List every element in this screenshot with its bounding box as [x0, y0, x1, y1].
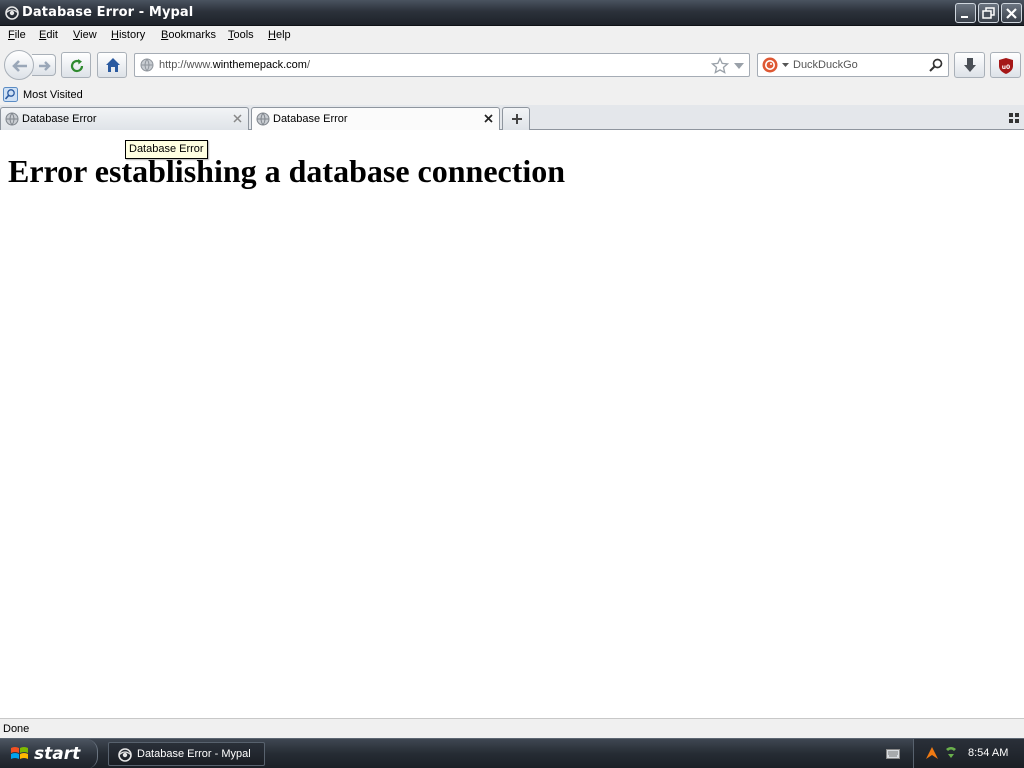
- tab-tooltip: Database Error: [125, 140, 208, 159]
- url-domain: winthemepack.com: [212, 59, 307, 71]
- menu-bar: File Edit View History Bookmarks Tools H…: [0, 26, 1024, 47]
- download-arrow-icon: [964, 58, 976, 72]
- taskbar-item-mypal[interactable]: Database Error - Mypal: [108, 742, 265, 766]
- url-suffix: /: [306, 59, 311, 71]
- menu-bookmarks-rest: ookmarks: [168, 29, 217, 41]
- new-tab-button[interactable]: [502, 107, 530, 130]
- menu-file-rest: ile: [14, 29, 26, 41]
- mypal-app-icon: [5, 6, 19, 20]
- bookmark-label: Most Visited: [23, 89, 83, 101]
- menu-help-key: H: [268, 29, 276, 41]
- tab-database-error-1[interactable]: Database Error: [0, 107, 249, 130]
- navigation-toolbar: http://www.winthemepack.com/ DuckDuckGo: [0, 47, 1024, 84]
- tab-close-icon[interactable]: [232, 113, 243, 124]
- svg-text:u0: u0: [1002, 64, 1010, 71]
- ublock-button[interactable]: u0: [990, 52, 1021, 78]
- page-content: Error establishing a database connection: [0, 130, 1024, 718]
- restore-button[interactable]: [978, 3, 999, 23]
- menu-edit-rest: dit: [46, 29, 58, 41]
- clock: 8:54 AM: [968, 747, 1009, 759]
- address-bar[interactable]: http://www.winthemepack.com/: [134, 53, 750, 77]
- menu-view-rest: iew: [80, 29, 97, 41]
- window-title: Database Error - Mypal: [22, 5, 194, 20]
- windows-logo-icon: [11, 747, 28, 759]
- forward-arrow-icon: [39, 61, 51, 71]
- tab-label: Database Error: [22, 113, 97, 125]
- restore-icon: [982, 7, 995, 19]
- forward-button[interactable]: [32, 54, 56, 76]
- status-bar: Done: [0, 718, 1024, 738]
- close-icon: [1006, 8, 1017, 19]
- search-placeholder: DuckDuckGo: [793, 59, 858, 71]
- plus-icon: [512, 114, 522, 124]
- search-icon[interactable]: [929, 58, 943, 72]
- keyboard-icon[interactable]: [886, 749, 900, 759]
- tab-database-error-2[interactable]: Database Error: [251, 107, 500, 131]
- start-button[interactable]: start: [0, 739, 98, 768]
- list-all-tabs-icon[interactable]: [1009, 113, 1019, 123]
- tab-label: Database Error: [273, 113, 348, 125]
- globe-icon: [5, 112, 19, 126]
- status-text: Done: [3, 723, 30, 735]
- network-tray-icon[interactable]: [943, 745, 959, 761]
- menu-history-rest: istory: [118, 29, 146, 41]
- reload-button[interactable]: [61, 52, 91, 78]
- menu-history-key: H: [111, 29, 119, 41]
- menu-edit[interactable]: Edit: [39, 29, 58, 41]
- site-identity-icon[interactable]: [140, 58, 154, 72]
- duckduckgo-icon[interactable]: [762, 57, 778, 73]
- taskbar-item-label: Database Error - Mypal: [137, 748, 251, 760]
- taskbar: start Database Error - Mypal 8:54 AM: [0, 738, 1024, 768]
- menu-history[interactable]: History: [111, 29, 145, 41]
- url-text: http://www.winthemepack.com/: [159, 59, 310, 71]
- downloads-button[interactable]: [954, 52, 985, 78]
- back-button[interactable]: [4, 50, 34, 80]
- system-tray: 8:54 AM: [913, 739, 1024, 768]
- close-window-button[interactable]: [1001, 3, 1022, 23]
- avast-tray-icon[interactable]: [924, 745, 940, 761]
- search-engine-dropdown-icon[interactable]: [782, 63, 789, 67]
- menu-file[interactable]: File: [8, 29, 26, 41]
- globe-icon: [256, 112, 270, 126]
- mypal-app-icon: [118, 748, 132, 762]
- tab-close-icon[interactable]: [483, 113, 494, 124]
- bookmark-star-icon[interactable]: [711, 57, 729, 75]
- start-label: start: [34, 744, 81, 764]
- menu-tools-rest: ools: [233, 29, 254, 41]
- error-heading: Error establishing a database connection: [8, 153, 566, 189]
- menu-help[interactable]: Help: [268, 29, 291, 41]
- url-dropdown-icon[interactable]: [734, 63, 744, 69]
- minimize-icon: [961, 16, 968, 18]
- search-bar[interactable]: DuckDuckGo: [757, 53, 949, 77]
- ublock-shield-icon: u0: [999, 58, 1013, 74]
- home-icon: [106, 58, 120, 72]
- menu-view[interactable]: View: [73, 29, 97, 41]
- menu-file-key: F: [8, 29, 15, 41]
- minimize-button[interactable]: [955, 3, 976, 23]
- menu-bookmarks[interactable]: Bookmarks: [161, 29, 216, 41]
- url-prefix: http://www.: [159, 59, 213, 71]
- menu-tools[interactable]: Tools: [228, 29, 254, 41]
- bookmarks-toolbar: Most Visited: [0, 84, 1024, 105]
- tab-strip: Database Error Database Error: [0, 105, 1024, 131]
- reload-icon: [70, 59, 84, 73]
- most-visited-icon: [3, 87, 18, 102]
- back-arrow-icon: [12, 60, 27, 72]
- menu-help-rest: elp: [275, 29, 291, 41]
- home-button[interactable]: [97, 52, 127, 78]
- title-bar[interactable]: Database Error - Mypal: [0, 0, 1024, 26]
